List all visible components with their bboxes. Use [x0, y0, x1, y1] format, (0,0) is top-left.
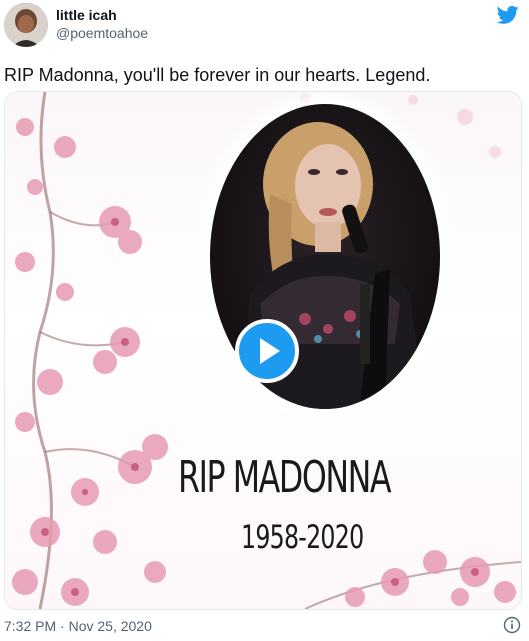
play-icon	[260, 338, 280, 364]
tweet-date: Nov 25, 2020	[68, 618, 152, 634]
tweet-text: RIP Madonna, you'll be forever in our he…	[4, 65, 431, 85]
timestamp-separator: ·	[60, 618, 65, 634]
play-button[interactable]	[235, 319, 299, 383]
twitter-bird-icon[interactable]	[496, 5, 519, 25]
info-icon[interactable]	[503, 616, 521, 634]
avatar[interactable]	[4, 3, 48, 47]
handle[interactable]: @poemtoahoe	[56, 25, 148, 41]
overlay-years: 1958-2020	[241, 518, 364, 556]
display-name[interactable]: little icah	[56, 7, 117, 23]
tweet-card: little icah @poemtoahoe RIP Madonna, you…	[0, 0, 529, 641]
timestamp[interactable]: 7:32 PM · Nov 25, 2020	[4, 617, 152, 635]
overlay-title: RIP MADONNA	[178, 452, 392, 503]
tweet-time: 7:32 PM	[4, 618, 57, 634]
video-media[interactable]: RIP MADONNA 1958-2020	[4, 91, 522, 610]
